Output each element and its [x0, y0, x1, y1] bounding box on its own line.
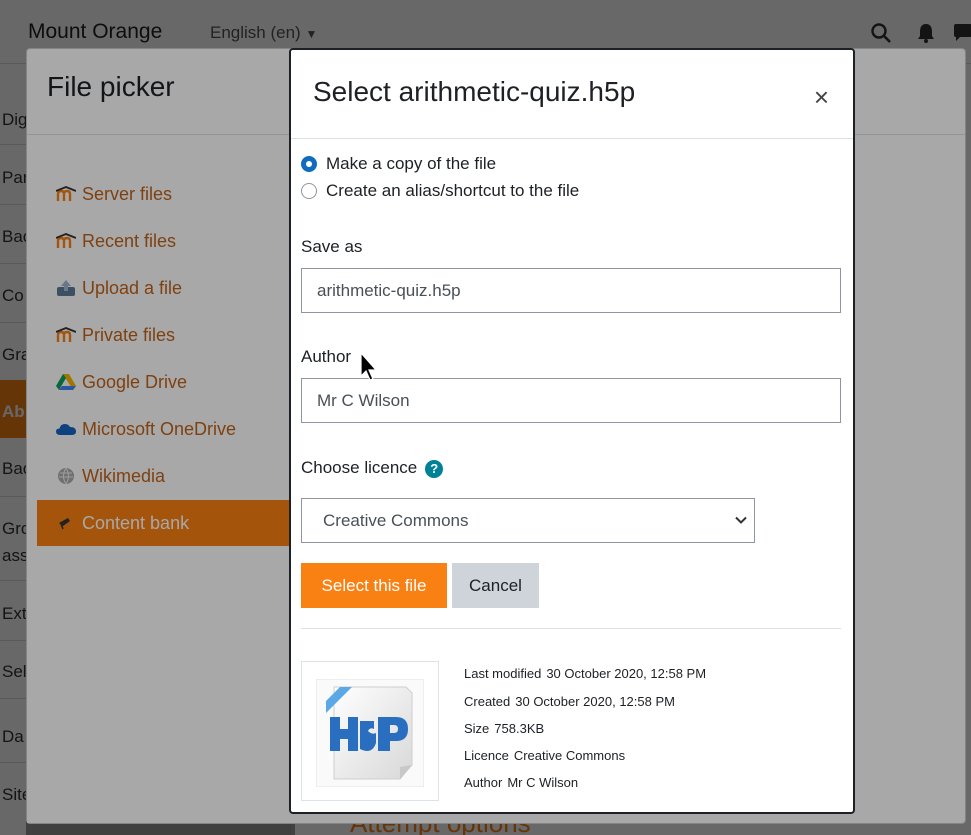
file-info-author: Author Mr C Wilson — [464, 775, 578, 790]
chevron-down-icon — [735, 516, 747, 524]
file-info-licence: Licence Creative Commons — [464, 748, 625, 763]
meta-value: 758.3KB — [494, 721, 545, 736]
copy-file-label: Make a copy of the file — [326, 154, 497, 173]
alias-file-label: Create an alias/shortcut to the file — [326, 181, 580, 200]
help-icon[interactable]: ? — [425, 459, 444, 478]
alias-file-option[interactable]: Create an alias/shortcut to the file — [301, 181, 579, 201]
file-info-size: Size 758.3KB — [464, 721, 544, 736]
file-thumbnail — [301, 661, 439, 801]
author-label: Author — [301, 347, 352, 366]
meta-key: Last modified — [464, 666, 542, 681]
licence-label-row: Choose licence? — [301, 458, 444, 478]
alias-file-radio[interactable] — [301, 183, 317, 199]
licence-selected-value: Creative Commons — [323, 510, 469, 530]
h5p-file-icon — [316, 679, 424, 787]
meta-key: Licence — [464, 748, 509, 763]
copy-file-option[interactable]: Make a copy of the file — [301, 154, 496, 174]
mouse-cursor-icon — [360, 352, 378, 381]
cancel-button[interactable]: Cancel — [452, 563, 539, 608]
close-button[interactable]: × — [814, 84, 829, 110]
meta-key: Created — [464, 694, 511, 709]
select-this-file-button[interactable]: Select this file — [301, 563, 447, 608]
meta-value: 30 October 2020, 12:58 PM — [546, 666, 707, 681]
meta-value: 30 October 2020, 12:58 PM — [515, 694, 675, 709]
copy-file-radio[interactable] — [301, 156, 317, 172]
select-file-dialog: Select arithmetic-quiz.h5p × Make a copy… — [289, 48, 855, 814]
dialog-title: Select arithmetic-quiz.h5p — [313, 76, 636, 107]
author-input[interactable] — [301, 378, 841, 423]
meta-value: Creative Commons — [513, 748, 626, 763]
licence-label: Choose licence — [301, 458, 418, 477]
meta-value: Mr C Wilson — [507, 775, 579, 790]
save-as-input[interactable] — [301, 268, 841, 313]
file-info-last-modified: Last modified 30 October 2020, 12:58 PM — [464, 666, 706, 681]
licence-select[interactable]: Creative Commons — [301, 498, 755, 543]
save-as-label: Save as — [301, 237, 363, 256]
file-info-created: Created 30 October 2020, 12:58 PM — [464, 694, 675, 709]
meta-key: Author — [464, 775, 503, 790]
meta-key: Size — [464, 721, 490, 736]
